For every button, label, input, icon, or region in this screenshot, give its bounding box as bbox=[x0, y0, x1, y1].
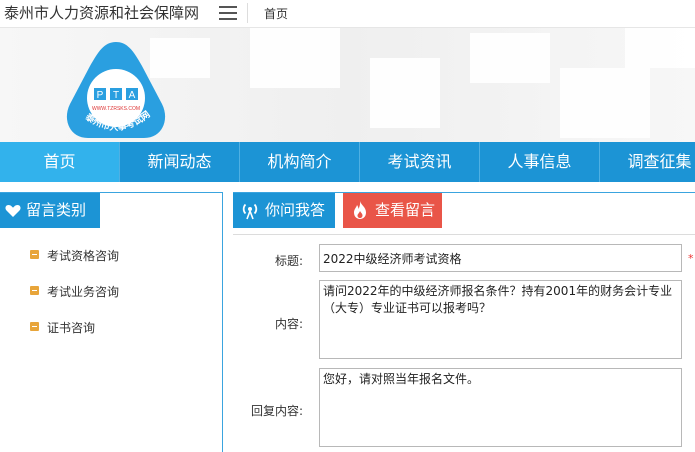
bullet-icon bbox=[30, 286, 39, 295]
main-nav: 首页 新闻动态 机构简介 考试资讯 人事信息 调查征集 bbox=[0, 142, 695, 182]
required-mark: * bbox=[688, 252, 694, 265]
banner-decoration bbox=[470, 33, 550, 83]
tab-label: 你问我答 bbox=[265, 201, 326, 219]
tab-label: 查看留言 bbox=[375, 201, 436, 219]
nav-item-personnel[interactable]: 人事信息 bbox=[480, 142, 600, 182]
bullet-icon bbox=[30, 322, 39, 331]
category-item-qualification[interactable]: 考试资格咨询 bbox=[30, 247, 119, 283]
site-logo[interactable]: P T A WWW.TZRSKS.COM 泰州市人事考试网 bbox=[62, 38, 170, 142]
nav-item-exam-info[interactable]: 考试资讯 bbox=[360, 142, 480, 182]
content-label: 内容: bbox=[274, 317, 303, 331]
category-label: 考试资格咨询 bbox=[47, 249, 120, 263]
sidebar: 留言类别 考试资格咨询 考试业务咨询 证书咨询 bbox=[0, 192, 223, 452]
main-content: 你问我答 查看留言 标题: * 内容: 请问2022年的中级经济师报名条件？持有… bbox=[233, 192, 695, 452]
nav-item-home[interactable]: 首页 bbox=[0, 142, 120, 182]
site-title[interactable]: 泰州市人力资源和社会保障网 bbox=[4, 2, 199, 23]
nav-item-news[interactable]: 新闻动态 bbox=[120, 142, 240, 182]
top-bar: 泰州市人力资源和社会保障网 首页 bbox=[0, 0, 695, 28]
logo-letter: A bbox=[129, 90, 136, 101]
heart-icon bbox=[5, 205, 21, 217]
reply-label: 回复内容: bbox=[250, 404, 303, 418]
category-item-certificate[interactable]: 证书咨询 bbox=[30, 319, 119, 355]
broadcast-icon bbox=[242, 203, 258, 220]
sidebar-title: 留言类别 bbox=[26, 201, 87, 219]
title-label: 标题: bbox=[274, 254, 303, 268]
sidebar-header: 留言类别 bbox=[0, 193, 100, 228]
home-link[interactable]: 首页 bbox=[264, 5, 288, 22]
nav-item-about[interactable]: 机构简介 bbox=[240, 142, 360, 182]
logo-url: WWW.TZRSKS.COM bbox=[92, 106, 140, 112]
category-list: 考试资格咨询 考试业务咨询 证书咨询 bbox=[30, 247, 119, 355]
banner: P T A WWW.TZRSKS.COM 泰州市人事考试网 bbox=[0, 28, 695, 142]
flame-icon bbox=[354, 201, 366, 219]
message-form: 标题: * 内容: 请问2022年的中级经济师报名条件？持有2001年的财务会计… bbox=[233, 234, 695, 452]
category-label: 考试业务咨询 bbox=[47, 285, 120, 299]
hamburger-icon[interactable] bbox=[219, 6, 237, 20]
divider bbox=[247, 3, 248, 23]
logo-letter: P bbox=[97, 90, 104, 101]
category-label: 证书咨询 bbox=[47, 321, 96, 335]
banner-decoration bbox=[250, 28, 340, 88]
tab-view-messages[interactable]: 查看留言 bbox=[343, 193, 442, 228]
reply-field[interactable]: 您好，请对照当年报名文件。 bbox=[319, 368, 682, 447]
banner-decoration bbox=[560, 68, 650, 138]
category-item-business[interactable]: 考试业务咨询 bbox=[30, 283, 119, 319]
title-field[interactable] bbox=[319, 244, 682, 272]
banner-decoration bbox=[370, 58, 440, 128]
content-field[interactable]: 请问2022年的中级经济师报名条件？持有2001年的财务会计专业（大专）专业证书… bbox=[319, 280, 682, 359]
nav-item-survey[interactable]: 调查征集 bbox=[600, 142, 695, 182]
bullet-icon bbox=[30, 250, 39, 259]
logo-letter: T bbox=[113, 90, 119, 101]
tab-qa[interactable]: 你问我答 bbox=[233, 193, 335, 228]
banner-decoration bbox=[625, 28, 695, 68]
